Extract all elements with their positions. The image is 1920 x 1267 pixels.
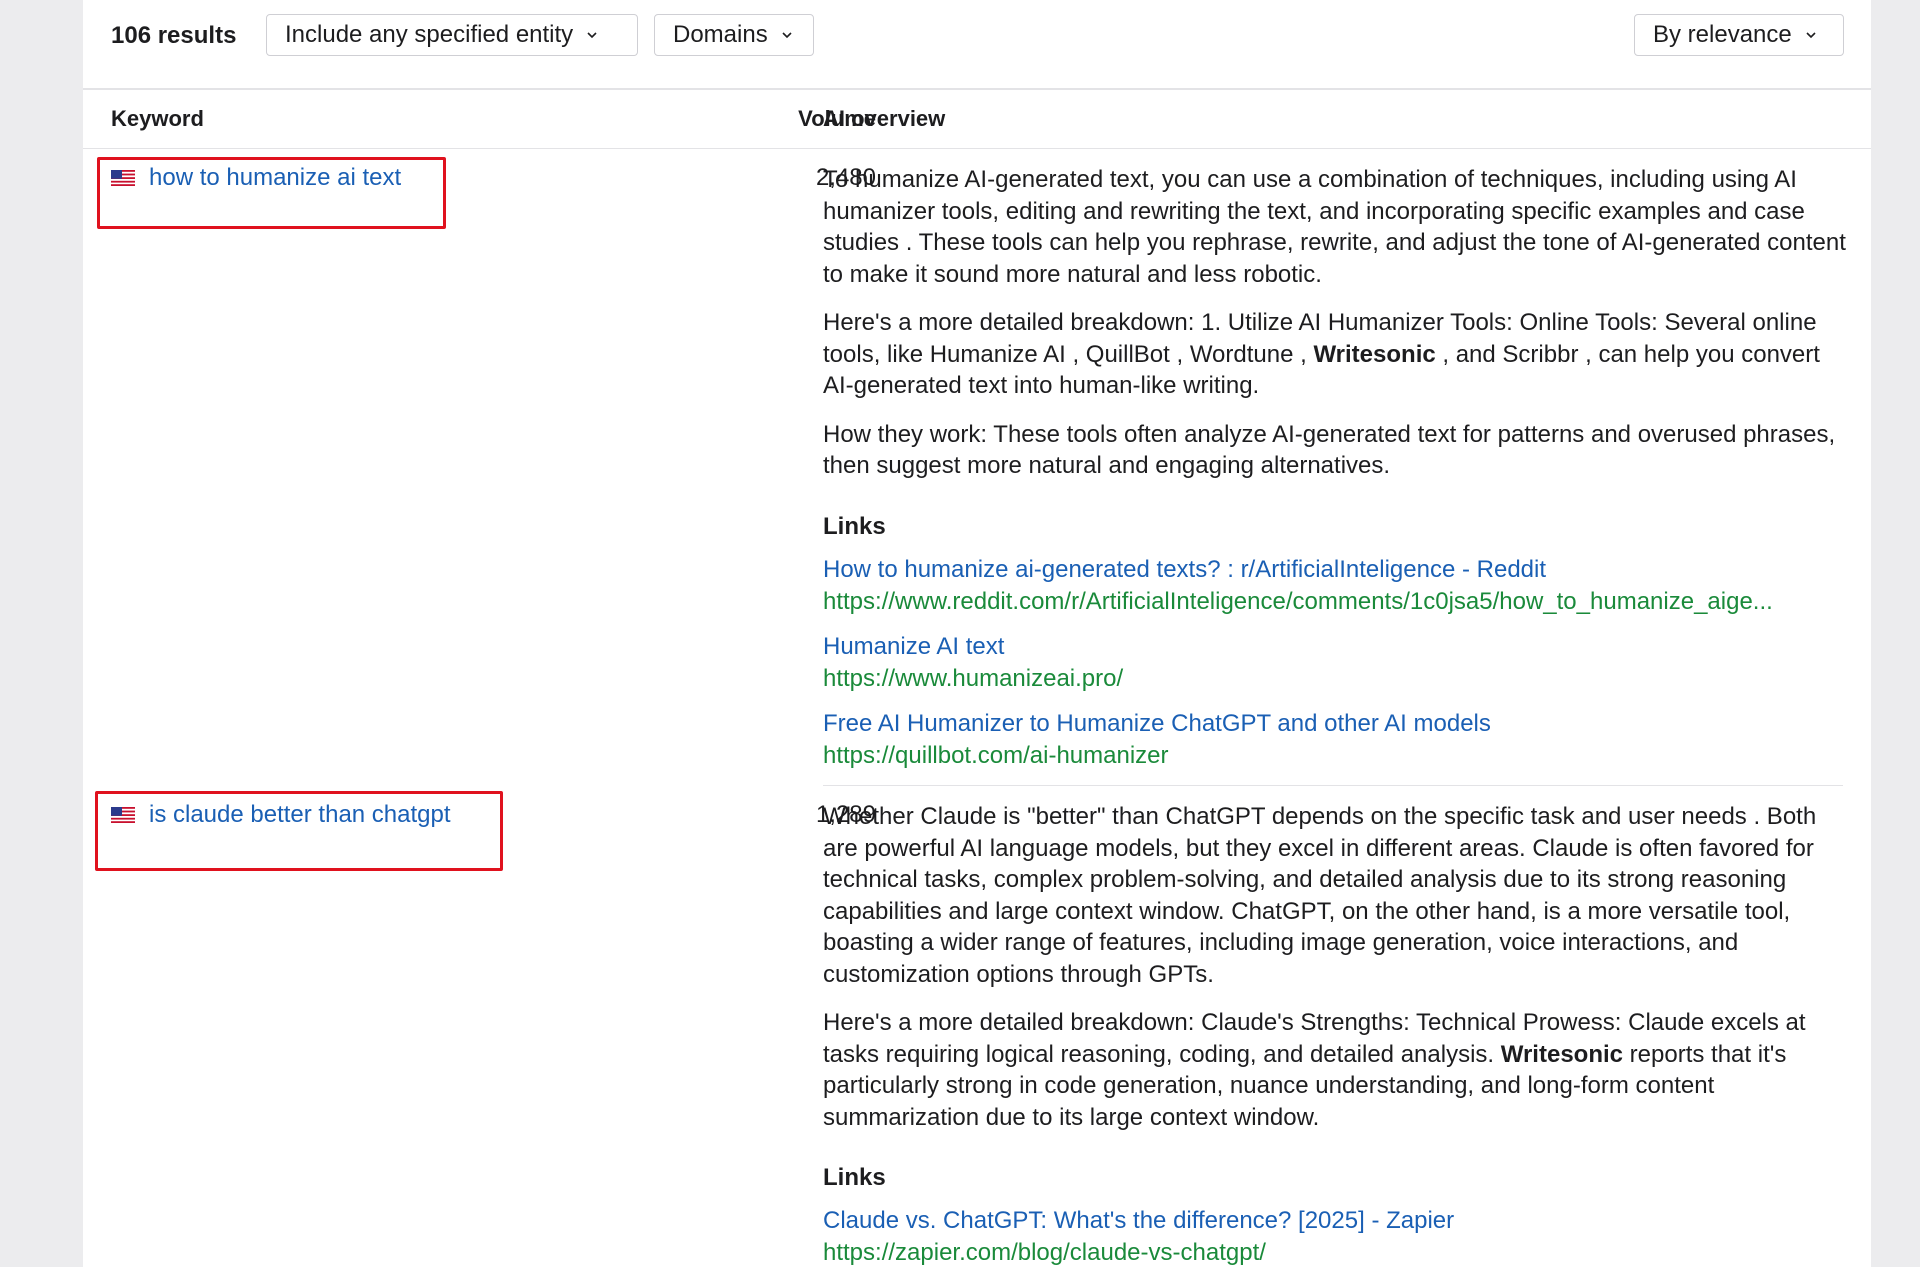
domains-filter-dropdown[interactable]: Domains: [654, 14, 814, 56]
source-link: Humanize AI text https://www.humanizeai.…: [823, 631, 1848, 695]
entity-filter-label: Include any specified entity: [285, 21, 574, 48]
us-flag-icon: [111, 807, 135, 823]
keyword-link[interactable]: how to humanize ai text: [111, 164, 401, 192]
source-link-title[interactable]: Free AI Humanizer to Humanize ChatGPT an…: [823, 708, 1848, 740]
links-heading: Links: [823, 512, 886, 540]
results-panel: 106 results Include any specified entity…: [83, 0, 1871, 1267]
source-link-url[interactable]: https://www.reddit.com/r/ArtificialIntel…: [823, 586, 1848, 618]
source-link-title[interactable]: How to humanize ai-generated texts? : r/…: [823, 554, 1848, 586]
source-link-url[interactable]: https://zapier.com/blog/claude-vs-chatgp…: [823, 1237, 1848, 1267]
results-toolbar: 106 results Include any specified entity…: [83, 0, 1871, 90]
chevron-down-icon: [1806, 32, 1816, 39]
source-link-url[interactable]: https://www.humanizeai.pro/: [823, 663, 1848, 695]
table-header: Keyword Volume AI overview: [83, 90, 1871, 149]
source-link: How to humanize ai-generated texts? : r/…: [823, 554, 1848, 618]
bold-entity: Writesonic: [1500, 1040, 1623, 1068]
keyword-link[interactable]: is claude better than chatgpt: [111, 801, 451, 829]
column-header-keyword[interactable]: Keyword: [111, 106, 204, 132]
source-link: Free AI Humanizer to Humanize ChatGPT an…: [823, 708, 1848, 772]
us-flag-icon: [111, 170, 135, 186]
sort-dropdown[interactable]: By relevance: [1634, 14, 1844, 56]
column-header-ai-overview: AI overview: [823, 106, 946, 131]
overview-paragraph: Whether Claude is "better" than ChatGPT …: [823, 803, 1817, 988]
source-link-url[interactable]: https://quillbot.com/ai-humanizer: [823, 740, 1848, 772]
overview-paragraph: Here's a more detailed breakdown: Claude…: [823, 1009, 1806, 1131]
keyword-text: how to humanize ai text: [149, 164, 402, 191]
source-link-title[interactable]: Claude vs. ChatGPT: What's the differenc…: [823, 1205, 1848, 1237]
ai-overview: Whether Claude is "better" than ChatGPT …: [823, 801, 1848, 1267]
table-row: is claude better than chatgpt 1,289 Whet…: [83, 787, 1871, 1267]
sort-label: By relevance: [1653, 21, 1792, 48]
links-heading: Links: [823, 1164, 886, 1191]
row-divider: [823, 785, 1843, 786]
ai-overview: To humanize AI-generated text, you can u…: [823, 164, 1848, 785]
entity-filter-dropdown[interactable]: Include any specified entity: [266, 14, 638, 56]
source-link: Claude vs. ChatGPT: What's the differenc…: [823, 1205, 1848, 1267]
table-row: how to humanize ai text 2,480 To humaniz…: [83, 150, 1871, 786]
keyword-text: is claude better than chatgpt: [149, 801, 451, 828]
chevron-down-icon: [587, 32, 597, 39]
bold-entity: Writesonic: [1313, 340, 1436, 368]
results-count: 106 results: [111, 22, 237, 49]
domains-filter-label: Domains: [673, 21, 768, 48]
overview-paragraph: How they work: These tools often analyze…: [823, 420, 1836, 480]
chevron-down-icon: [782, 32, 792, 39]
overview-paragraph: Here's a more detailed breakdown: 1. Uti…: [823, 309, 1820, 399]
overview-paragraph: To humanize AI-generated text, you can u…: [823, 166, 1846, 288]
source-link-title[interactable]: Humanize AI text: [823, 631, 1848, 663]
